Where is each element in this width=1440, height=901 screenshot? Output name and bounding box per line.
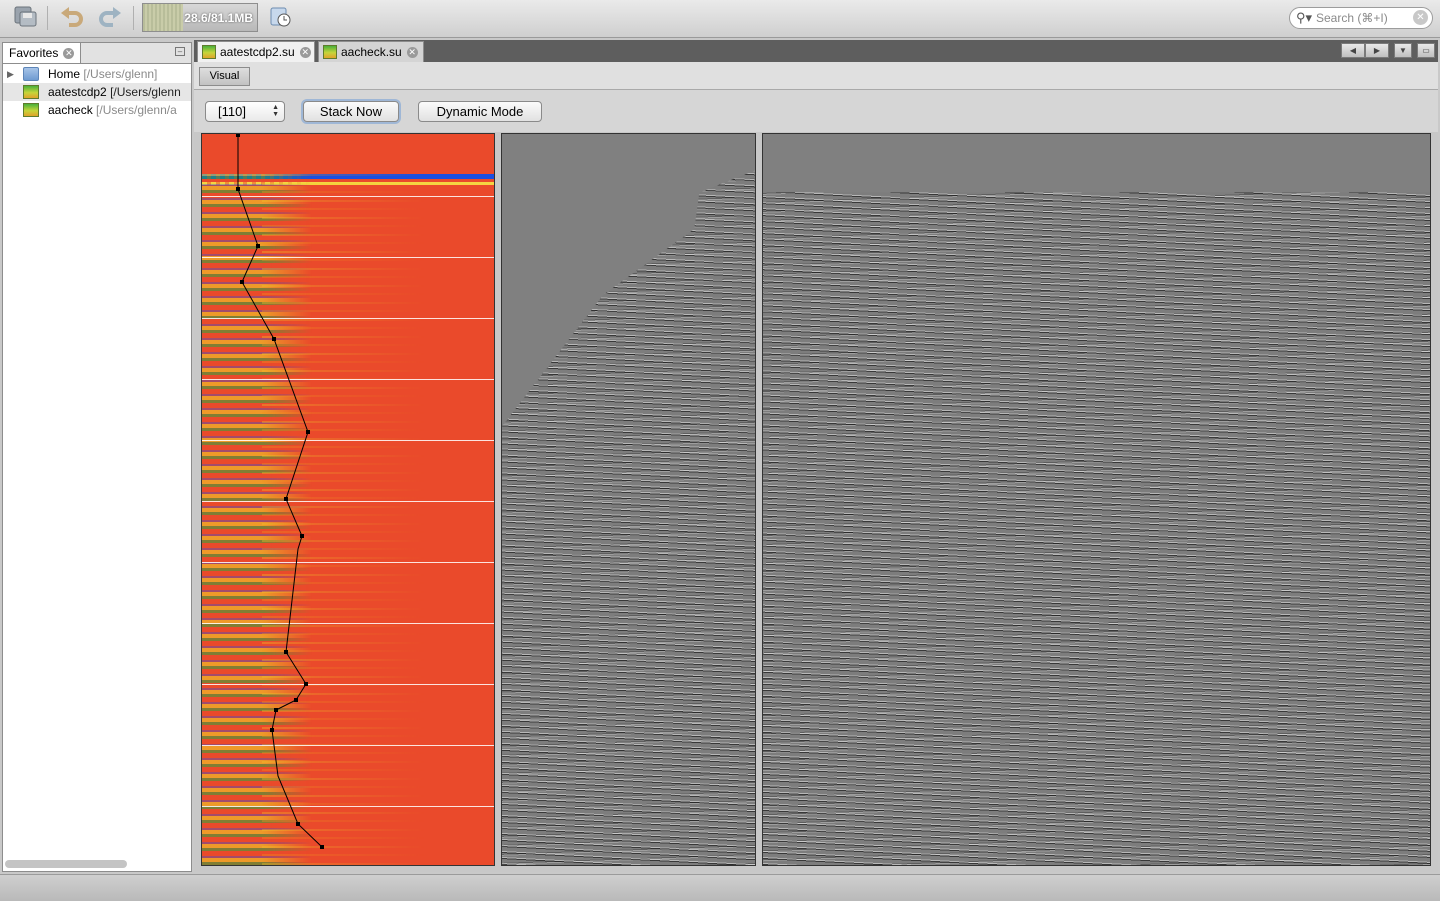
expand-triangle-icon[interactable]: ▶ — [7, 65, 14, 83]
favorites-tabbar: Favorites ✕ – — [3, 43, 191, 64]
nmo-gather-panel[interactable] — [501, 133, 756, 866]
stack-section-panel[interactable] — [762, 133, 1431, 866]
tab-aacheck[interactable]: aacheck.su ✕ — [318, 41, 424, 62]
horizontal-scrollbar[interactable] — [5, 860, 127, 868]
favorite-name: aacheck — [48, 103, 93, 117]
favorite-path: [/Users/glenn — [110, 85, 181, 99]
memory-indicator[interactable]: 28.6/81.1MB — [142, 3, 258, 32]
main-toolbar: 28.6/81.1MB ⚲▾ Search (⌘+I) ✕ — [0, 0, 1440, 38]
tab-label: aatestcdp2.su — [220, 45, 295, 59]
velocity-pick-line[interactable] — [202, 134, 495, 866]
seismic-file-icon — [23, 85, 39, 99]
scroll-right-icon[interactable]: ▶ — [1365, 43, 1389, 58]
favorite-name: Home — [48, 67, 81, 81]
favorite-path: [/Users/glenn] — [83, 67, 158, 81]
tab-list-icon[interactable]: ▼ — [1394, 43, 1412, 58]
toolbar-separator — [133, 6, 134, 30]
save-icon[interactable] — [11, 3, 39, 31]
editor-tabbar: aatestcdp2.su ✕ aacheck.su ✕ ◀ ▶ ▼ ▭ — [194, 40, 1438, 62]
gather-traces — [502, 170, 755, 865]
favorite-path: [/Users/glenn/a — [96, 103, 177, 117]
search-icon: ⚲▾ — [1296, 10, 1313, 25]
toolbar-separator — [47, 6, 48, 30]
close-icon[interactable]: ✕ — [406, 47, 418, 59]
search-field[interactable]: ⚲▾ Search (⌘+I) ✕ — [1289, 7, 1433, 29]
status-bar — [0, 874, 1440, 901]
stack-now-button[interactable]: Stack Now — [303, 101, 399, 122]
tab-visual[interactable]: Visual — [199, 67, 250, 86]
tab-favorites[interactable]: Favorites ✕ — [3, 43, 81, 63]
velocity-controls: [110] ▲ ▼ Stack Now Dynamic Mode — [194, 90, 1438, 132]
memory-label: 28.6/81.1MB — [184, 11, 253, 25]
scroll-left-icon[interactable]: ◀ — [1341, 43, 1365, 58]
search-input[interactable]: Search (⌘+I) — [1316, 11, 1388, 25]
favorite-name: aatestcdp2 — [48, 85, 107, 99]
close-icon[interactable]: ✕ — [299, 47, 311, 59]
favorites-panel: Favorites ✕ – ▶ Home [/Users/glenn] aates… — [2, 42, 192, 872]
maximize-icon[interactable]: ▭ — [1417, 43, 1435, 58]
tab-label: aacheck.su — [341, 45, 402, 59]
cdp-select-value: [110] — [218, 104, 246, 119]
cdp-select[interactable]: [110] ▲ ▼ — [205, 101, 285, 122]
favorite-item-aacheck[interactable]: aacheck [/Users/glenn/a — [3, 101, 191, 119]
seismic-file-icon — [23, 103, 39, 117]
seismic-file-icon — [202, 45, 216, 59]
seismic-file-icon — [323, 45, 337, 59]
tab-favorites-label: Favorites — [9, 46, 59, 60]
redo-icon[interactable] — [96, 3, 124, 31]
tab-aatestcdp2[interactable]: aatestcdp2.su ✕ — [197, 41, 315, 62]
folder-icon — [23, 67, 39, 81]
undo-icon[interactable] — [58, 3, 86, 31]
favorite-item-home[interactable]: ▶ Home [/Users/glenn] — [3, 65, 191, 83]
stack-traces — [763, 192, 1430, 865]
favorite-item-aatestcdp2[interactable]: aatestcdp2 [/Users/glenn — [3, 83, 191, 101]
clear-search-icon[interactable]: ✕ — [1413, 10, 1428, 25]
view-tabbar: Visual — [194, 62, 1438, 90]
semblance-panel[interactable] — [201, 133, 495, 866]
stepper-arrows-icon: ▲ ▼ — [272, 104, 279, 118]
dynamic-mode-button[interactable]: Dynamic Mode — [418, 101, 542, 122]
minimize-icon[interactable]: – — [175, 47, 185, 56]
close-icon[interactable]: ✕ — [63, 48, 75, 60]
gc-icon[interactable] — [266, 3, 294, 31]
